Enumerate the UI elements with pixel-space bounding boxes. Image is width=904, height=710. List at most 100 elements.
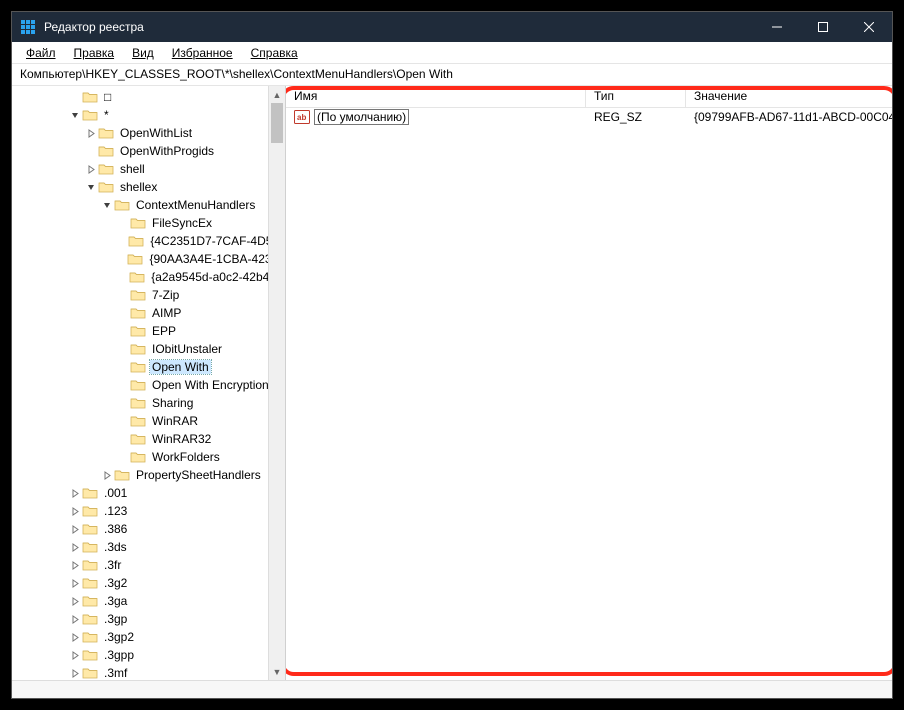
app-icon bbox=[20, 19, 36, 35]
chevron-down-icon[interactable] bbox=[68, 108, 82, 122]
tree-item[interactable]: .3gp bbox=[12, 610, 285, 628]
tree-scrollbar[interactable]: ▲ ▼ bbox=[268, 86, 285, 680]
expander-none bbox=[116, 216, 130, 230]
folder-icon bbox=[127, 252, 143, 266]
tree-item-label: □ bbox=[102, 90, 113, 104]
values-panel[interactable]: Имя Тип Значение ab (По умолчанию) REG_S… bbox=[286, 86, 892, 680]
column-name[interactable]: Имя bbox=[286, 86, 586, 107]
tree-item[interactable]: Open With bbox=[12, 358, 285, 376]
scroll-thumb[interactable] bbox=[271, 103, 283, 143]
tree-item-label: .3gp2 bbox=[102, 630, 136, 644]
column-value[interactable]: Значение bbox=[686, 86, 892, 107]
chevron-right-icon[interactable] bbox=[68, 540, 82, 554]
tree-item-label: OpenWithProgids bbox=[118, 144, 216, 158]
folder-icon bbox=[130, 342, 146, 356]
tree-item[interactable]: .3g2 bbox=[12, 574, 285, 592]
tree-item[interactable]: WinRAR bbox=[12, 412, 285, 430]
folder-icon bbox=[82, 486, 98, 500]
menu-edit[interactable]: Правка bbox=[66, 44, 123, 62]
folder-icon bbox=[98, 162, 114, 176]
tree-panel[interactable]: □ *OpenWithList OpenWithProgids shell shelle… bbox=[12, 86, 286, 680]
tree-item[interactable]: .3gp2 bbox=[12, 628, 285, 646]
tree-item[interactable]: .3ds bbox=[12, 538, 285, 556]
chevron-down-icon[interactable] bbox=[100, 198, 114, 212]
chevron-right-icon[interactable] bbox=[68, 648, 82, 662]
tree-item[interactable]: .3mf bbox=[12, 664, 285, 680]
tree-item[interactable]: WorkFolders bbox=[12, 448, 285, 466]
folder-icon bbox=[82, 666, 98, 680]
tree-item-label: {4C2351D7-7CAF-4D5D bbox=[148, 234, 281, 248]
tree-item-label: shellex bbox=[118, 180, 159, 194]
value-name-cell[interactable]: ab (По умолчанию) bbox=[286, 109, 586, 125]
tree-item[interactable]: EPP bbox=[12, 322, 285, 340]
tree-item[interactable]: shellex bbox=[12, 178, 285, 196]
folder-icon bbox=[98, 144, 114, 158]
chevron-right-icon[interactable] bbox=[68, 666, 82, 680]
folder-icon bbox=[130, 216, 146, 230]
scroll-up-button[interactable]: ▲ bbox=[269, 86, 285, 103]
close-button[interactable] bbox=[846, 12, 892, 42]
chevron-right-icon[interactable] bbox=[84, 162, 98, 176]
tree-item[interactable]: 7-Zip bbox=[12, 286, 285, 304]
scroll-down-button[interactable]: ▼ bbox=[269, 663, 285, 680]
tree-item[interactable]: IObitUnstaler bbox=[12, 340, 285, 358]
column-type[interactable]: Тип bbox=[586, 86, 686, 107]
expander-none bbox=[116, 306, 130, 320]
tree-item[interactable]: .3fr bbox=[12, 556, 285, 574]
tree-item[interactable]: {4C2351D7-7CAF-4D5D bbox=[12, 232, 285, 250]
tree-item[interactable]: * bbox=[12, 106, 285, 124]
maximize-button[interactable] bbox=[800, 12, 846, 42]
chevron-right-icon[interactable] bbox=[68, 558, 82, 572]
titlebar[interactable]: Редактор реестра bbox=[12, 12, 892, 42]
chevron-right-icon[interactable] bbox=[84, 126, 98, 140]
tree-item[interactable]: WinRAR32 bbox=[12, 430, 285, 448]
tree-item[interactable]: .001 bbox=[12, 484, 285, 502]
chevron-right-icon[interactable] bbox=[68, 630, 82, 644]
tree-item-label: FileSyncEx bbox=[150, 216, 214, 230]
expander-none bbox=[116, 450, 130, 464]
menu-view[interactable]: Вид bbox=[124, 44, 162, 62]
tree-item[interactable]: OpenWithList bbox=[12, 124, 285, 142]
tree-item-label: .3fr bbox=[102, 558, 123, 572]
menu-file[interactable]: Файл bbox=[18, 44, 64, 62]
chevron-right-icon[interactable] bbox=[68, 504, 82, 518]
tree-item[interactable]: .3ga bbox=[12, 592, 285, 610]
chevron-right-icon[interactable] bbox=[68, 576, 82, 590]
expander-none bbox=[116, 378, 130, 392]
tree-item[interactable]: AIMP bbox=[12, 304, 285, 322]
address-bar[interactable]: Компьютер\HKEY_CLASSES_ROOT\*\shellex\Co… bbox=[12, 64, 892, 86]
tree-item[interactable]: OpenWithProgids bbox=[12, 142, 285, 160]
tree-item-label: Sharing bbox=[150, 396, 195, 410]
chevron-right-icon[interactable] bbox=[100, 468, 114, 482]
tree-item[interactable]: ContextMenuHandlers bbox=[12, 196, 285, 214]
folder-icon bbox=[82, 612, 98, 626]
folder-icon bbox=[82, 576, 98, 590]
tree-item[interactable]: Open With EncryptionM bbox=[12, 376, 285, 394]
folder-icon bbox=[114, 468, 130, 482]
chevron-right-icon[interactable] bbox=[68, 522, 82, 536]
tree-item[interactable]: {90AA3A4E-1CBA-4233- bbox=[12, 250, 285, 268]
menu-help[interactable]: Справка bbox=[243, 44, 306, 62]
folder-icon bbox=[130, 306, 146, 320]
chevron-down-icon[interactable] bbox=[84, 180, 98, 194]
chevron-right-icon[interactable] bbox=[68, 594, 82, 608]
folder-icon bbox=[82, 504, 98, 518]
menu-favorites[interactable]: Избранное bbox=[164, 44, 241, 62]
folder-icon bbox=[82, 594, 98, 608]
tree-item[interactable]: □ bbox=[12, 88, 285, 106]
tree-item[interactable]: {a2a9545d-a0c2-42b4-9 bbox=[12, 268, 285, 286]
folder-icon bbox=[98, 180, 114, 194]
chevron-right-icon[interactable] bbox=[68, 486, 82, 500]
minimize-button[interactable] bbox=[754, 12, 800, 42]
chevron-right-icon[interactable] bbox=[68, 612, 82, 626]
tree-item[interactable]: FileSyncEx bbox=[12, 214, 285, 232]
tree-item[interactable]: .386 bbox=[12, 520, 285, 538]
value-row[interactable]: ab (По умолчанию) REG_SZ {09799AFB-AD67-… bbox=[286, 108, 892, 126]
tree-item[interactable]: PropertySheetHandlers bbox=[12, 466, 285, 484]
value-name-edit[interactable]: (По умолчанию) bbox=[314, 109, 409, 125]
tree-item[interactable]: .123 bbox=[12, 502, 285, 520]
tree-item[interactable]: .3gpp bbox=[12, 646, 285, 664]
tree-item[interactable]: shell bbox=[12, 160, 285, 178]
tree-item-label: AIMP bbox=[150, 306, 183, 320]
tree-item[interactable]: Sharing bbox=[12, 394, 285, 412]
